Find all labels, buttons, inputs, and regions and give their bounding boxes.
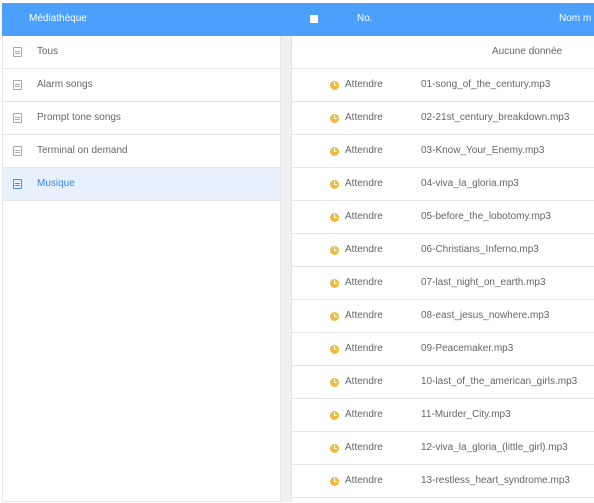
- document-icon: [13, 113, 22, 123]
- file-row[interactable]: Attendre 10-last_of_the_american_girls.m…: [292, 366, 594, 399]
- category-label: Alarm songs: [37, 79, 93, 90]
- status-text: Attendre: [345, 409, 383, 420]
- category-item-musique[interactable]: Musique: [3, 168, 280, 201]
- file-name: 01-song_of_the_century.mp3: [421, 79, 551, 90]
- status-text: Attendre: [345, 79, 383, 90]
- clock-icon: [330, 444, 339, 453]
- status-text: Attendre: [345, 145, 383, 156]
- column-header-name[interactable]: Nom m: [559, 13, 591, 24]
- status-text: Attendre: [345, 310, 383, 321]
- category-label: Prompt tone songs: [37, 112, 121, 123]
- document-icon: [13, 47, 22, 57]
- empty-state-text: Aucune donnée: [492, 46, 563, 57]
- file-row[interactable]: Attendre 06-Christians_Inferno.mp3: [292, 234, 594, 267]
- category-item-terminal-on-demand[interactable]: Terminal on demand: [3, 135, 280, 168]
- file-row[interactable]: Attendre 01-song_of_the_century.mp3: [292, 69, 594, 102]
- select-all-checkbox[interactable]: [310, 15, 318, 23]
- file-name: 10-last_of_the_american_girls.mp3: [421, 376, 578, 387]
- file-row[interactable]: Attendre 09-Peacemaker.mp3: [292, 333, 594, 366]
- category-item-prompt-tone-songs[interactable]: Prompt tone songs: [3, 102, 280, 135]
- pane-splitter[interactable]: [281, 36, 292, 502]
- clock-icon: [330, 114, 339, 123]
- status-text: Attendre: [345, 475, 383, 486]
- status-text: Attendre: [345, 112, 383, 123]
- status-text: Attendre: [345, 442, 383, 453]
- clock-icon: [330, 147, 339, 156]
- file-row[interactable]: Attendre 11-Murder_City.mp3: [292, 399, 594, 432]
- document-icon: [13, 80, 22, 90]
- category-item-alarm-songs[interactable]: Alarm songs: [3, 69, 280, 102]
- file-row[interactable]: Attendre 05-before_the_lobotomy.mp3: [292, 201, 594, 234]
- file-name: 08-east_jesus_nowhere.mp3: [421, 310, 550, 321]
- status-text: Attendre: [345, 376, 383, 387]
- file-name: 04-viva_la_gloria.mp3: [421, 178, 519, 189]
- clock-icon: [330, 312, 339, 321]
- clock-icon: [330, 279, 339, 288]
- clock-icon: [330, 246, 339, 255]
- category-item-tous[interactable]: Tous: [3, 36, 280, 69]
- header-title: Médiathèque: [29, 13, 87, 24]
- clock-icon: [330, 213, 339, 222]
- file-name: 03-Know_Your_Enemy.mp3: [421, 145, 545, 156]
- file-list: Aucune donnée Attendre 01-song_of_the_ce…: [292, 36, 594, 502]
- empty-state-row: Aucune donnée: [292, 36, 594, 69]
- column-header-no[interactable]: No.: [357, 13, 373, 24]
- clock-icon: [330, 180, 339, 189]
- file-name: 05-before_the_lobotomy.mp3: [421, 211, 551, 222]
- clock-icon: [330, 477, 339, 486]
- document-icon: [13, 179, 22, 189]
- file-row[interactable]: Attendre 07-last_night_on_earth.mp3: [292, 267, 594, 300]
- file-row[interactable]: Attendre 12-viva_la_gloria_(little_girl)…: [292, 432, 594, 465]
- file-row[interactable]: Attendre 04-viva_la_gloria.mp3: [292, 168, 594, 201]
- document-icon: [13, 146, 22, 156]
- media-library-window: Médiathèque No. Nom m Tous Alarm songs P…: [0, 0, 594, 503]
- category-label: Terminal on demand: [37, 145, 128, 156]
- clock-icon: [330, 378, 339, 387]
- file-name: 11-Murder_City.mp3: [421, 409, 511, 420]
- file-row[interactable]: Attendre 08-east_jesus_nowhere.mp3: [292, 300, 594, 333]
- file-name: 12-viva_la_gloria_(little_girl).mp3: [421, 442, 568, 453]
- file-name: 09-Peacemaker.mp3: [421, 343, 514, 354]
- category-list: Tous Alarm songs Prompt tone songs Termi…: [2, 36, 281, 502]
- file-row[interactable]: Attendre 02-21st_century_breakdown.mp3: [292, 102, 594, 135]
- file-name: 13-restless_heart_syndrome.mp3: [421, 475, 570, 486]
- file-row[interactable]: Attendre 13-restless_heart_syndrome.mp3: [292, 465, 594, 498]
- clock-icon: [330, 345, 339, 354]
- status-text: Attendre: [345, 244, 383, 255]
- header-bar: Médiathèque No. Nom m: [2, 3, 594, 36]
- status-text: Attendre: [345, 211, 383, 222]
- category-label: Musique: [37, 178, 75, 189]
- clock-icon: [330, 81, 339, 90]
- file-name: 07-last_night_on_earth.mp3: [421, 277, 546, 288]
- file-name: 02-21st_century_breakdown.mp3: [421, 112, 570, 123]
- status-text: Attendre: [345, 277, 383, 288]
- status-text: Attendre: [345, 178, 383, 189]
- clock-icon: [330, 411, 339, 420]
- file-row[interactable]: Attendre 03-Know_Your_Enemy.mp3: [292, 135, 594, 168]
- category-label: Tous: [37, 46, 59, 57]
- file-name: 06-Christians_Inferno.mp3: [421, 244, 539, 255]
- status-text: Attendre: [345, 343, 383, 354]
